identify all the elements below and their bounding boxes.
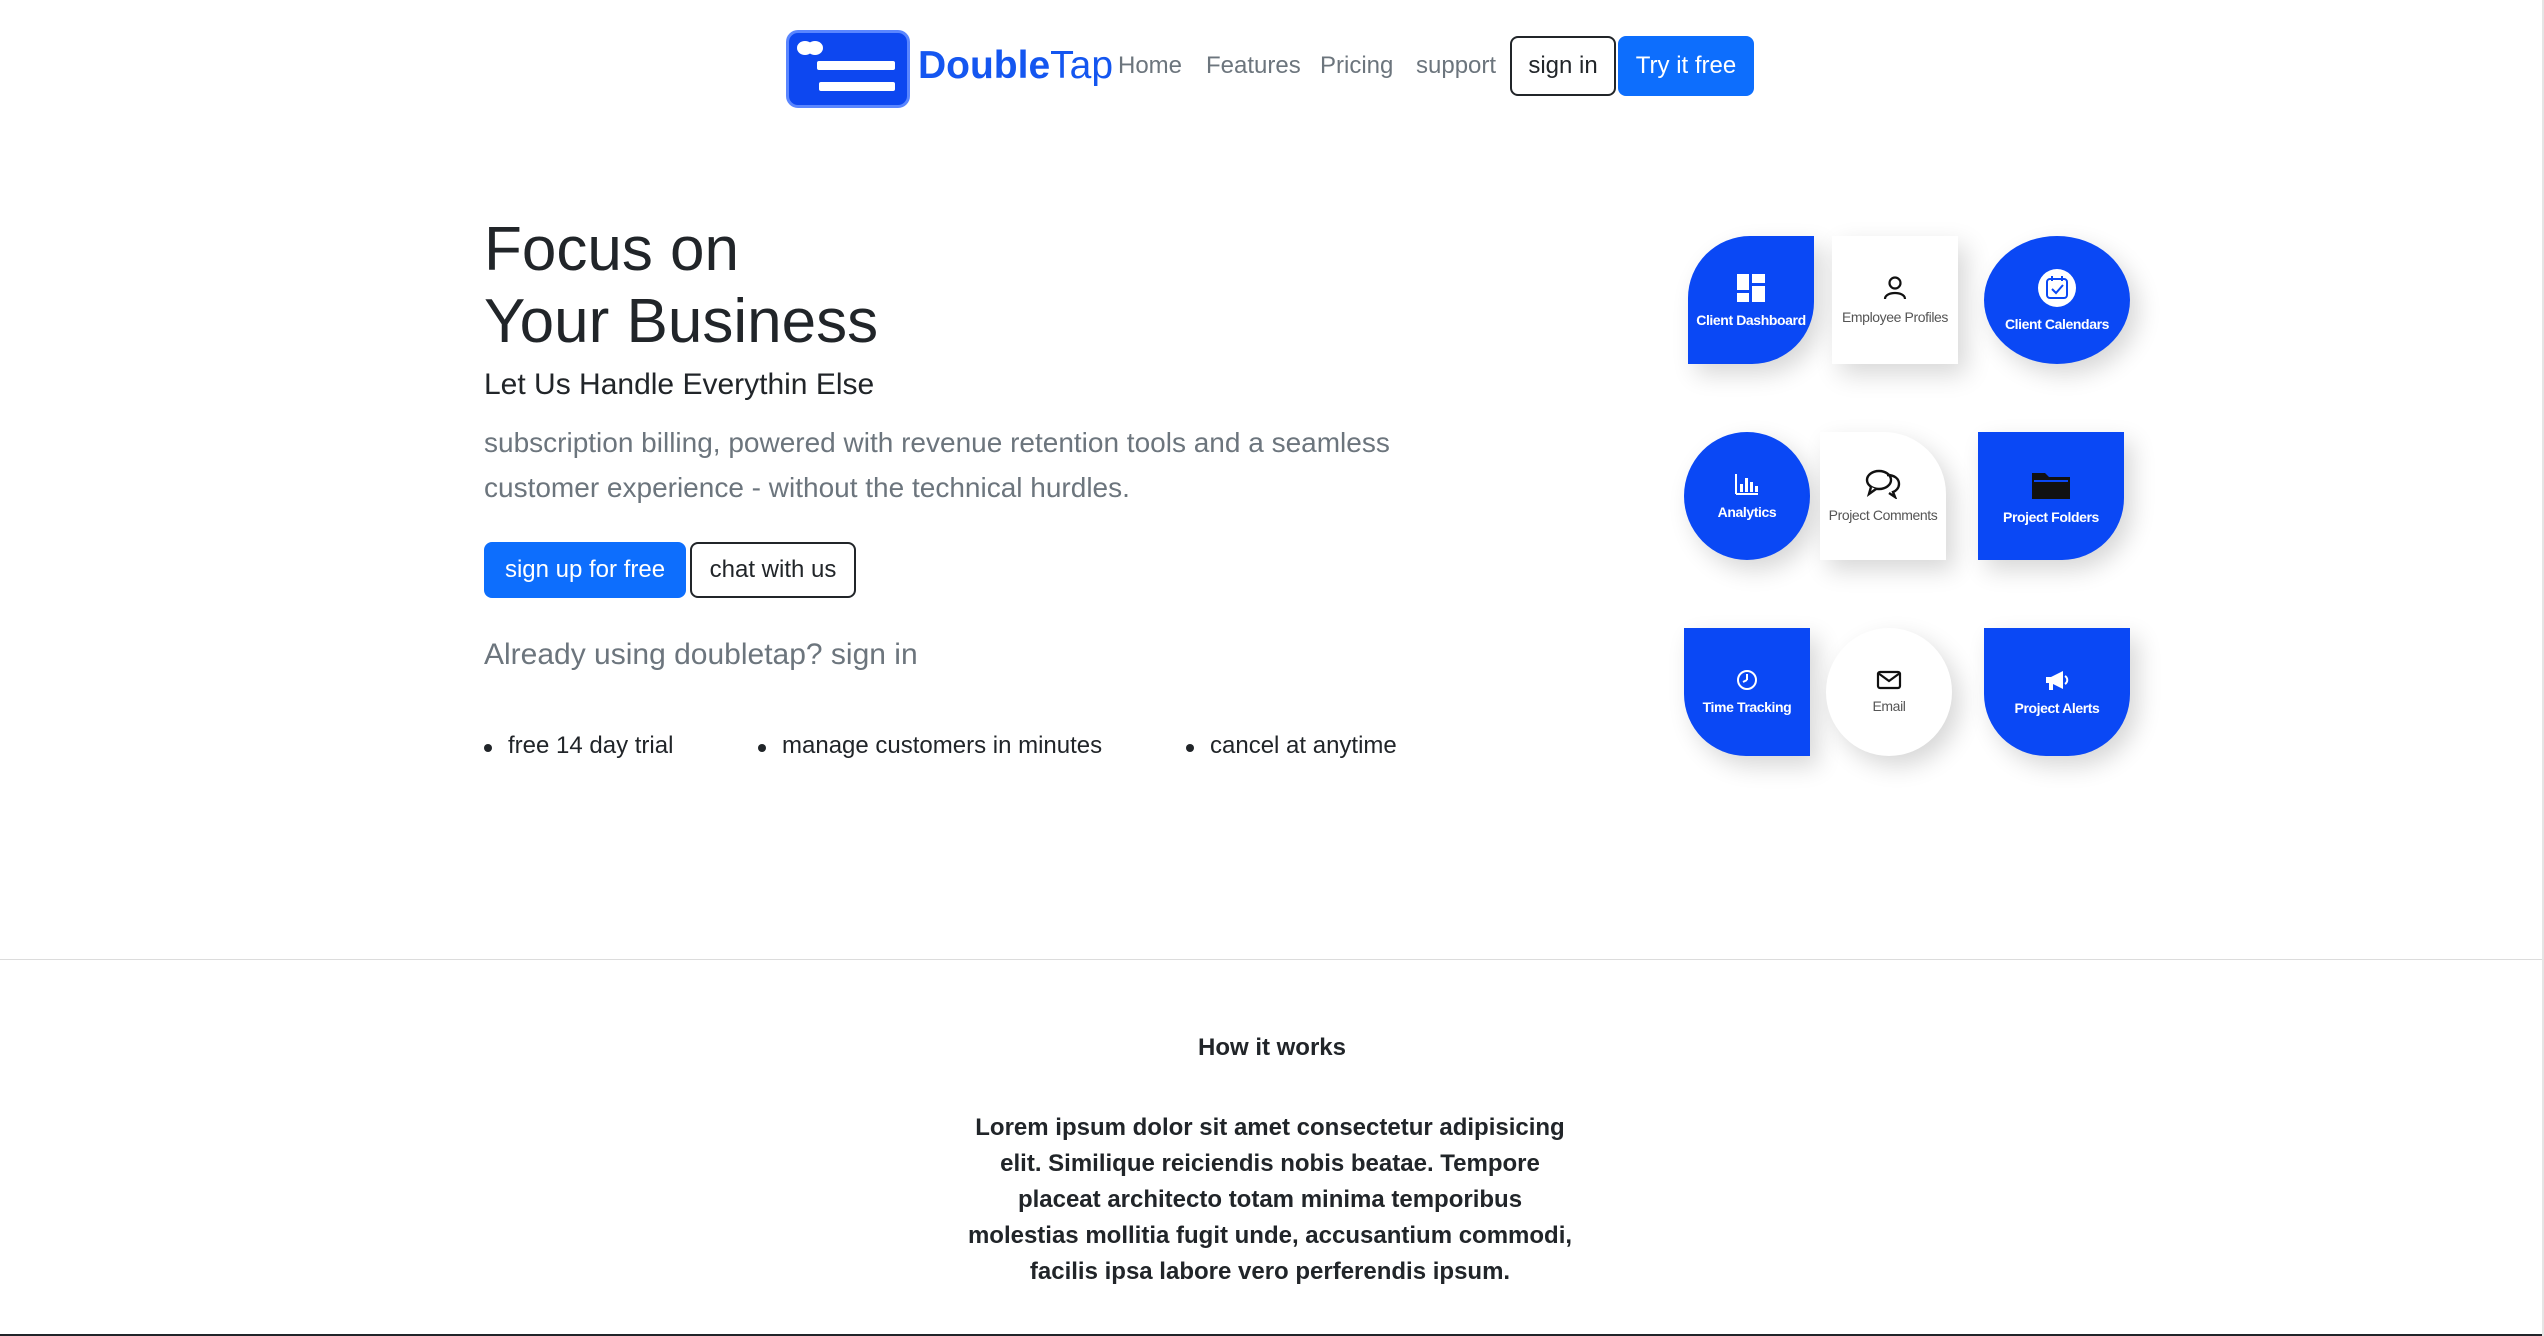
nav-home-link[interactable]: Home xyxy=(1118,52,1182,80)
feature-tile-project-comments[interactable]: Project Comments xyxy=(1820,432,1946,560)
feature-label: Time Tracking xyxy=(1702,699,1792,715)
folder-icon xyxy=(2032,473,2070,499)
page: DoubleTap Home Features Pricing support … xyxy=(0,0,2544,1336)
feature-label: Project Comments xyxy=(1828,507,1938,523)
try-free-button[interactable]: Try it free xyxy=(1618,36,1754,96)
envelope-icon xyxy=(1876,670,1902,690)
feature-tile-client-calendars[interactable]: Client Calendars xyxy=(1984,236,2130,364)
person-icon xyxy=(1883,276,1907,300)
feature-tile-time-tracking[interactable]: Time Tracking xyxy=(1684,628,1810,756)
calendar-icon xyxy=(2038,269,2076,307)
megaphone-icon xyxy=(2046,671,2069,690)
how-it-works-title: How it works xyxy=(1197,1034,1347,1061)
brand-name-bold: Double xyxy=(918,44,1051,87)
feature-label: Email xyxy=(1872,698,1906,714)
hero-title-line1: Focus on xyxy=(484,215,740,284)
bullet-item: manage customers in minutes xyxy=(758,732,1102,760)
feature-tile-analytics[interactable]: Analytics xyxy=(1684,432,1810,560)
bullet-item: free 14 day trial xyxy=(484,732,673,760)
chat-bubbles-icon xyxy=(1865,469,1901,499)
brand-logo-icon[interactable] xyxy=(786,30,910,108)
nav-support-link[interactable]: support xyxy=(1416,52,1496,80)
feature-tile-employee-profiles[interactable]: Employee Profiles xyxy=(1832,236,1958,364)
feature-label: Project Folders xyxy=(2003,509,2099,525)
feature-tile-project-folders[interactable]: Project Folders xyxy=(1978,432,2124,560)
hero-title: Focus on Your Business xyxy=(484,214,878,358)
feature-label: Analytics xyxy=(1717,504,1777,520)
clock-icon xyxy=(1737,670,1757,690)
hero-description: subscription billing, powered with reven… xyxy=(484,427,1390,503)
how-it-works-body: Lorem ipsum dolor sit amet consectetur a… xyxy=(967,1114,1573,1285)
hero-subtitle: Let Us Handle Everythin Else xyxy=(484,368,875,401)
hero-title-line2: Your Business xyxy=(484,287,879,356)
nav-features-link[interactable]: Features xyxy=(1206,52,1301,80)
brand-name-thin: Tap xyxy=(1050,44,1114,87)
feature-label: Project Alerts xyxy=(2014,700,2100,716)
section-divider xyxy=(0,959,2544,960)
feature-label: Employee Profiles xyxy=(1841,309,1949,325)
sign-up-button[interactable]: sign up for free xyxy=(484,542,686,598)
bar-chart-icon xyxy=(1735,474,1758,495)
nav-pricing-link[interactable]: Pricing xyxy=(1320,52,1393,80)
feature-label: Client Dashboard xyxy=(1696,312,1806,328)
bullet-item: cancel at anytime xyxy=(1186,732,1397,760)
sign-in-button[interactable]: sign in xyxy=(1510,36,1616,96)
already-signin-link[interactable]: Already using doubletap? sign in xyxy=(484,638,918,672)
brand-name[interactable]: DoubleTap xyxy=(918,44,1113,88)
feature-tile-project-alerts[interactable]: Project Alerts xyxy=(1984,628,2130,756)
feature-tile-client-dashboard[interactable]: Client Dashboard xyxy=(1688,236,1814,364)
feature-tile-email[interactable]: Email xyxy=(1826,628,1952,756)
dashboard-icon xyxy=(1737,274,1765,302)
chat-button[interactable]: chat with us xyxy=(690,542,856,598)
feature-label: Client Calendars xyxy=(2004,316,2110,332)
